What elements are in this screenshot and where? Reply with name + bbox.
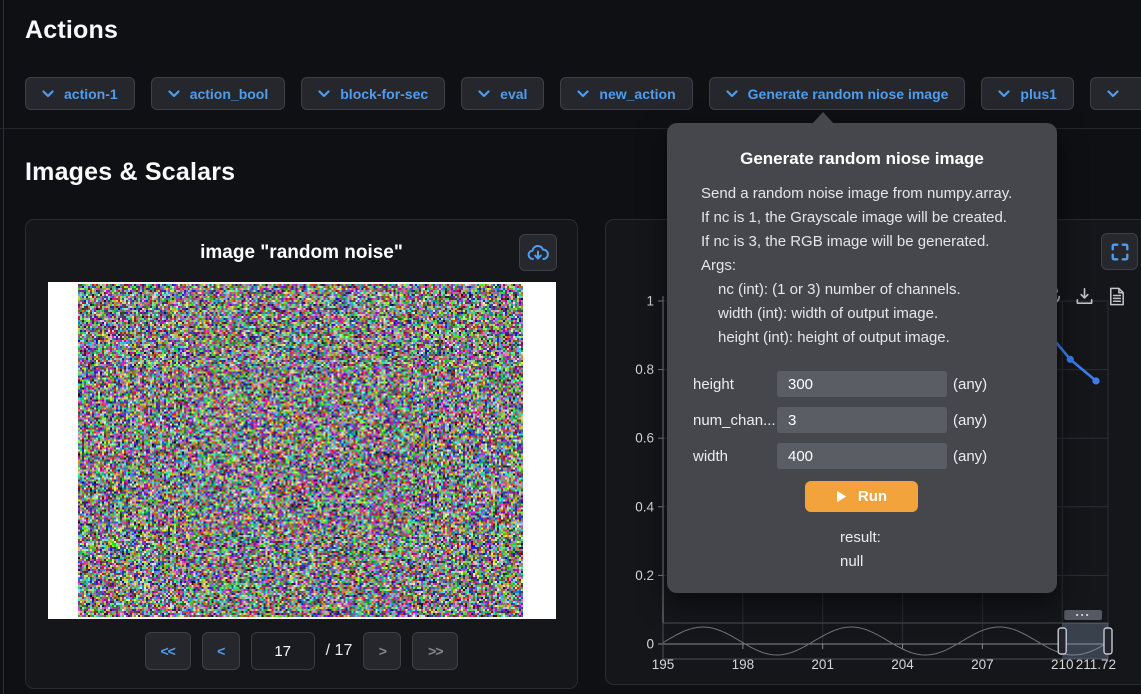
y-tick-label: 0 bbox=[646, 637, 654, 652]
image-download-button[interactable] bbox=[519, 234, 557, 271]
action-button-eval[interactable]: eval bbox=[461, 77, 544, 110]
image-pagination: << < / 17 > >> bbox=[26, 632, 577, 670]
chevron-down-icon bbox=[1107, 90, 1119, 98]
images-scalars-heading: Images & Scalars bbox=[25, 158, 235, 187]
field-type-label: (any) bbox=[953, 448, 987, 465]
action-button-label: block-for-sec bbox=[340, 86, 428, 102]
action-button-generate-random-niose-image[interactable]: Generate random niose image bbox=[709, 77, 966, 110]
description-line: If nc is 1, the Grayscale image will be … bbox=[701, 206, 1057, 230]
action-button-block-for-sec[interactable]: block-for-sec bbox=[301, 77, 445, 110]
run-button-label: Run bbox=[858, 488, 887, 505]
field-type-label: (any) bbox=[953, 376, 987, 393]
field-label: width bbox=[693, 448, 777, 465]
action-button-plus1[interactable]: plus1 bbox=[981, 77, 1074, 110]
description-line: Send a random noise image from numpy.arr… bbox=[701, 182, 1057, 206]
data-point[interactable] bbox=[1092, 377, 1099, 384]
result-value: null bbox=[840, 550, 881, 574]
popup-description: Send a random noise image from numpy.arr… bbox=[701, 182, 1057, 350]
action-button-action-1[interactable]: action-1 bbox=[25, 77, 135, 110]
field-type-label: (any) bbox=[953, 412, 987, 429]
chart-save-image-button[interactable] bbox=[1072, 284, 1096, 308]
random-noise-image bbox=[78, 284, 523, 617]
image-frame bbox=[48, 282, 556, 619]
image-card: image "random noise" << < / 17 > >> bbox=[25, 219, 578, 689]
chart-data-view-button[interactable] bbox=[1104, 284, 1128, 308]
result-block: result: null bbox=[840, 526, 881, 574]
image-card-title: image "random noise" bbox=[26, 242, 577, 264]
chart-fullscreen-button[interactable] bbox=[1101, 233, 1138, 270]
action-button-label: action-1 bbox=[64, 86, 118, 102]
grip-dot bbox=[1076, 614, 1078, 616]
data-view-icon bbox=[1106, 286, 1127, 307]
scroll-edge bbox=[3, 0, 4, 694]
field-row-width: width (any) bbox=[667, 443, 1057, 469]
y-tick-label: 0.4 bbox=[635, 499, 654, 514]
first-page-button[interactable]: << bbox=[145, 632, 191, 670]
chevron-down-icon bbox=[726, 90, 738, 98]
data-point[interactable] bbox=[1067, 356, 1074, 363]
popup-fields: height (any) num_chan... (any) width (an… bbox=[667, 371, 1057, 479]
next-page-button[interactable]: > bbox=[363, 632, 401, 670]
y-tick-label: 0.6 bbox=[635, 431, 654, 446]
description-arg-line: height (int): height of output image. bbox=[701, 326, 1057, 350]
action-button-label: plus1 bbox=[1020, 86, 1057, 102]
chevron-down-icon bbox=[998, 90, 1010, 98]
fullscreen-icon bbox=[1110, 242, 1130, 262]
y-tick-label: 1 bbox=[646, 294, 654, 309]
result-label: result: bbox=[840, 526, 881, 550]
action-button-label: Generate random niose image bbox=[748, 86, 949, 102]
chevron-down-icon bbox=[478, 90, 490, 98]
action-popup: Generate random niose image Send a rando… bbox=[667, 123, 1057, 593]
description-line: If nc is 3, the RGB image will be genera… bbox=[701, 230, 1057, 254]
field-label: height bbox=[693, 376, 777, 393]
chevron-down-icon bbox=[168, 90, 180, 98]
datazoom-handle-right[interactable] bbox=[1104, 628, 1112, 654]
actions-row: action-1 action_bool block-for-sec eval … bbox=[25, 77, 1141, 110]
page-number-input[interactable] bbox=[251, 632, 315, 670]
run-button[interactable]: Run bbox=[805, 481, 918, 512]
action-button-new-action[interactable]: new_action bbox=[560, 77, 692, 110]
action-button-partial[interactable] bbox=[1090, 77, 1141, 110]
chevron-down-icon bbox=[577, 90, 589, 98]
last-page-button[interactable]: >> bbox=[412, 632, 458, 670]
page-total-label: / 17 bbox=[326, 642, 353, 660]
chevron-down-icon bbox=[42, 90, 54, 98]
action-button-label: action_bool bbox=[190, 86, 269, 102]
width-field[interactable] bbox=[777, 443, 947, 469]
action-button-label: eval bbox=[500, 86, 527, 102]
field-row-height: height (any) bbox=[667, 371, 1057, 397]
datazoom-track bbox=[663, 623, 1108, 659]
action-button-label: new_action bbox=[599, 86, 675, 102]
y-tick-label: 0.2 bbox=[635, 568, 654, 583]
datazoom-window[interactable] bbox=[1062, 623, 1108, 659]
grip-dot bbox=[1081, 614, 1083, 616]
save-image-icon bbox=[1074, 286, 1095, 307]
height-field[interactable] bbox=[777, 371, 947, 397]
previous-page-button[interactable]: < bbox=[202, 632, 240, 670]
action-button-action-bool[interactable]: action_bool bbox=[151, 77, 286, 110]
field-row-num-channels: num_chan... (any) bbox=[667, 407, 1057, 433]
description-arg-line: width (int): width of output image. bbox=[701, 302, 1057, 326]
grip-dot bbox=[1086, 614, 1088, 616]
description-arg-line: nc (int): (1 or 3) number of channels. bbox=[701, 278, 1057, 302]
datazoom-preview-line bbox=[663, 627, 1108, 655]
cloud-download-icon bbox=[527, 243, 549, 263]
num-channels-field[interactable] bbox=[777, 407, 947, 433]
description-line: Args: bbox=[701, 254, 1057, 278]
chevron-down-icon bbox=[318, 90, 330, 98]
popup-title: Generate random niose image bbox=[667, 149, 1057, 169]
y-tick-label: 0.8 bbox=[635, 362, 654, 377]
play-icon bbox=[836, 490, 847, 503]
actions-heading: Actions bbox=[25, 16, 118, 45]
datazoom-handle-left[interactable] bbox=[1058, 628, 1066, 654]
field-label: num_chan... bbox=[693, 412, 777, 429]
